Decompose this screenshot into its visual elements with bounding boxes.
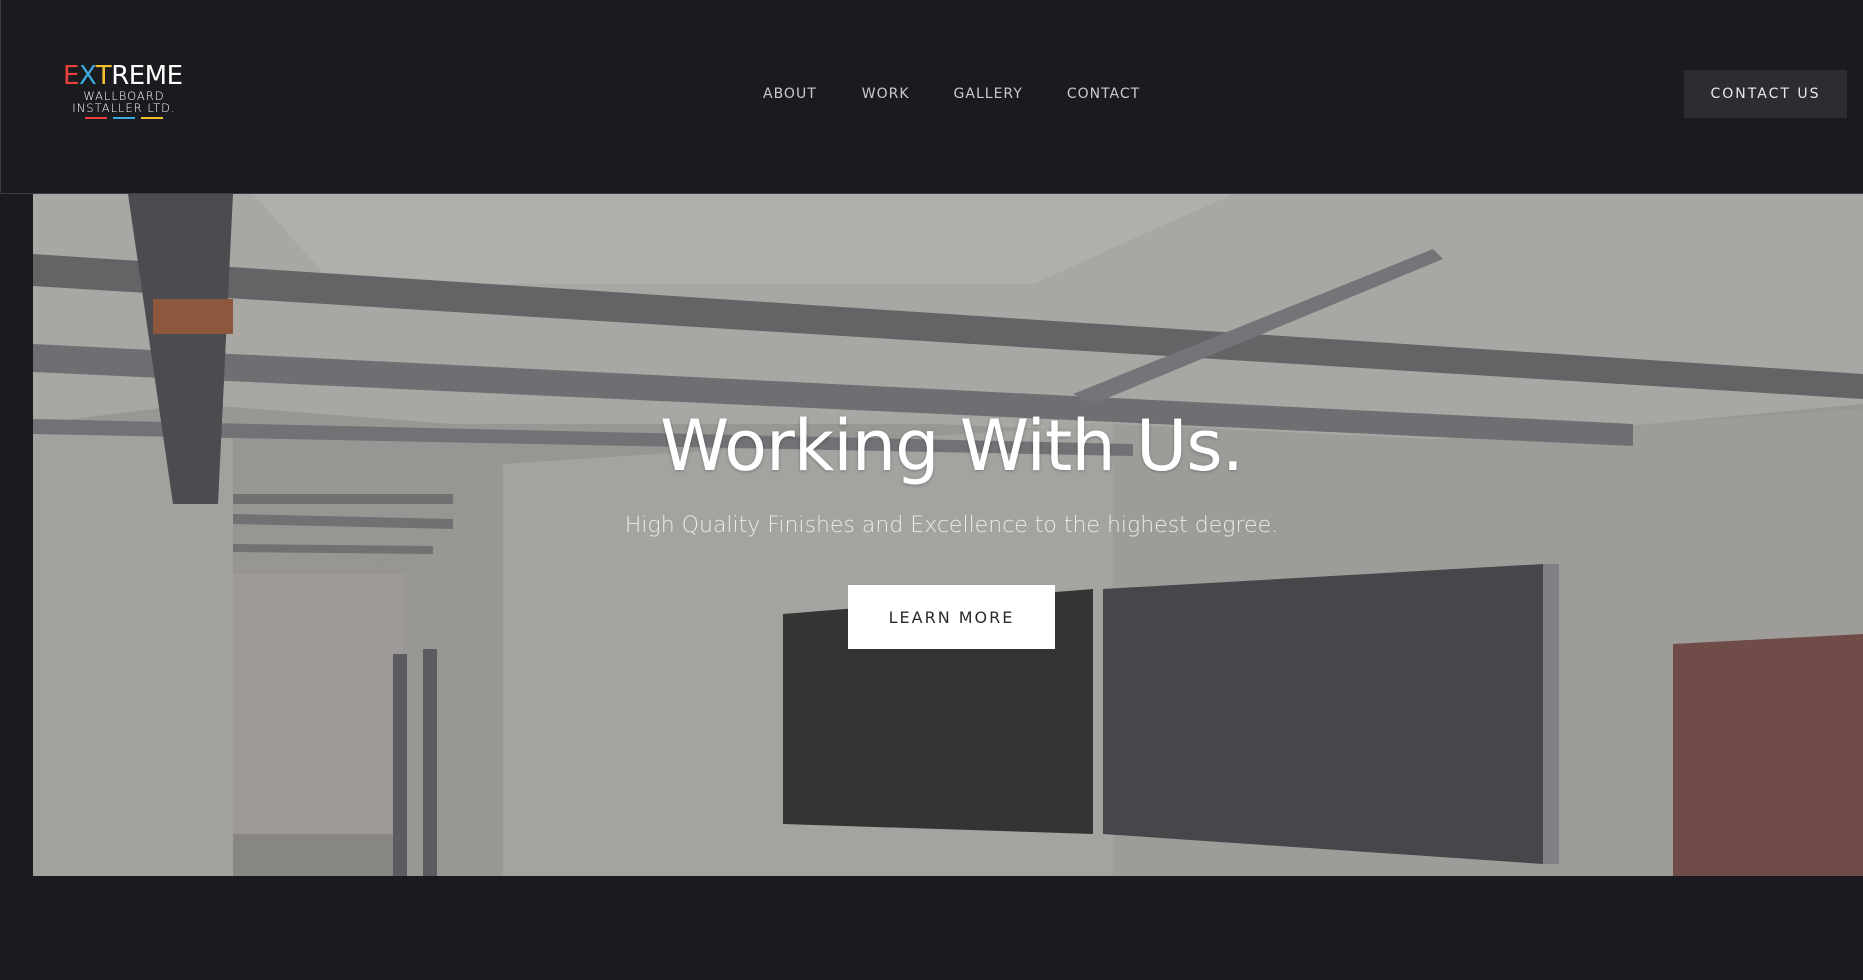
hero-subtitle: High Quality Finishes and Excellence to … <box>624 513 1279 538</box>
nav-link-gallery[interactable]: GALLERY <box>954 86 1023 102</box>
page: EXTREME WALLBOARD INSTALLER LTD. ABOUT W… <box>0 0 1863 980</box>
logo-letter-t: T <box>95 61 112 91</box>
contact-us-button[interactable]: CONTACT US <box>1684 70 1847 118</box>
logo-wordmark: EXTREME <box>63 62 185 90</box>
nav-link-contact[interactable]: CONTACT <box>1067 86 1140 102</box>
nav-link-about[interactable]: ABOUT <box>763 86 817 102</box>
hero-title: Working With Us. <box>660 405 1244 487</box>
hero-section: Working With Us. High Quality Finishes a… <box>33 194 1863 876</box>
logo-letter-e: E <box>63 61 79 91</box>
learn-more-button[interactable]: LEARN MORE <box>848 585 1055 649</box>
logo-letters-reme: REME <box>111 61 183 91</box>
logo-subtitle-line2: INSTALLER LTD. <box>72 101 176 115</box>
logo-color-bars <box>63 117 185 119</box>
logo-bar-blue <box>113 117 135 119</box>
logo-bar-yellow <box>141 117 163 119</box>
logo-letter-x: X <box>78 61 96 91</box>
site-header: EXTREME WALLBOARD INSTALLER LTD. ABOUT W… <box>0 0 1863 194</box>
site-logo[interactable]: EXTREME WALLBOARD INSTALLER LTD. <box>63 62 185 128</box>
main-nav: ABOUT WORK GALLERY CONTACT <box>763 86 1140 102</box>
nav-link-work[interactable]: WORK <box>862 86 910 102</box>
logo-bar-red <box>85 117 107 119</box>
